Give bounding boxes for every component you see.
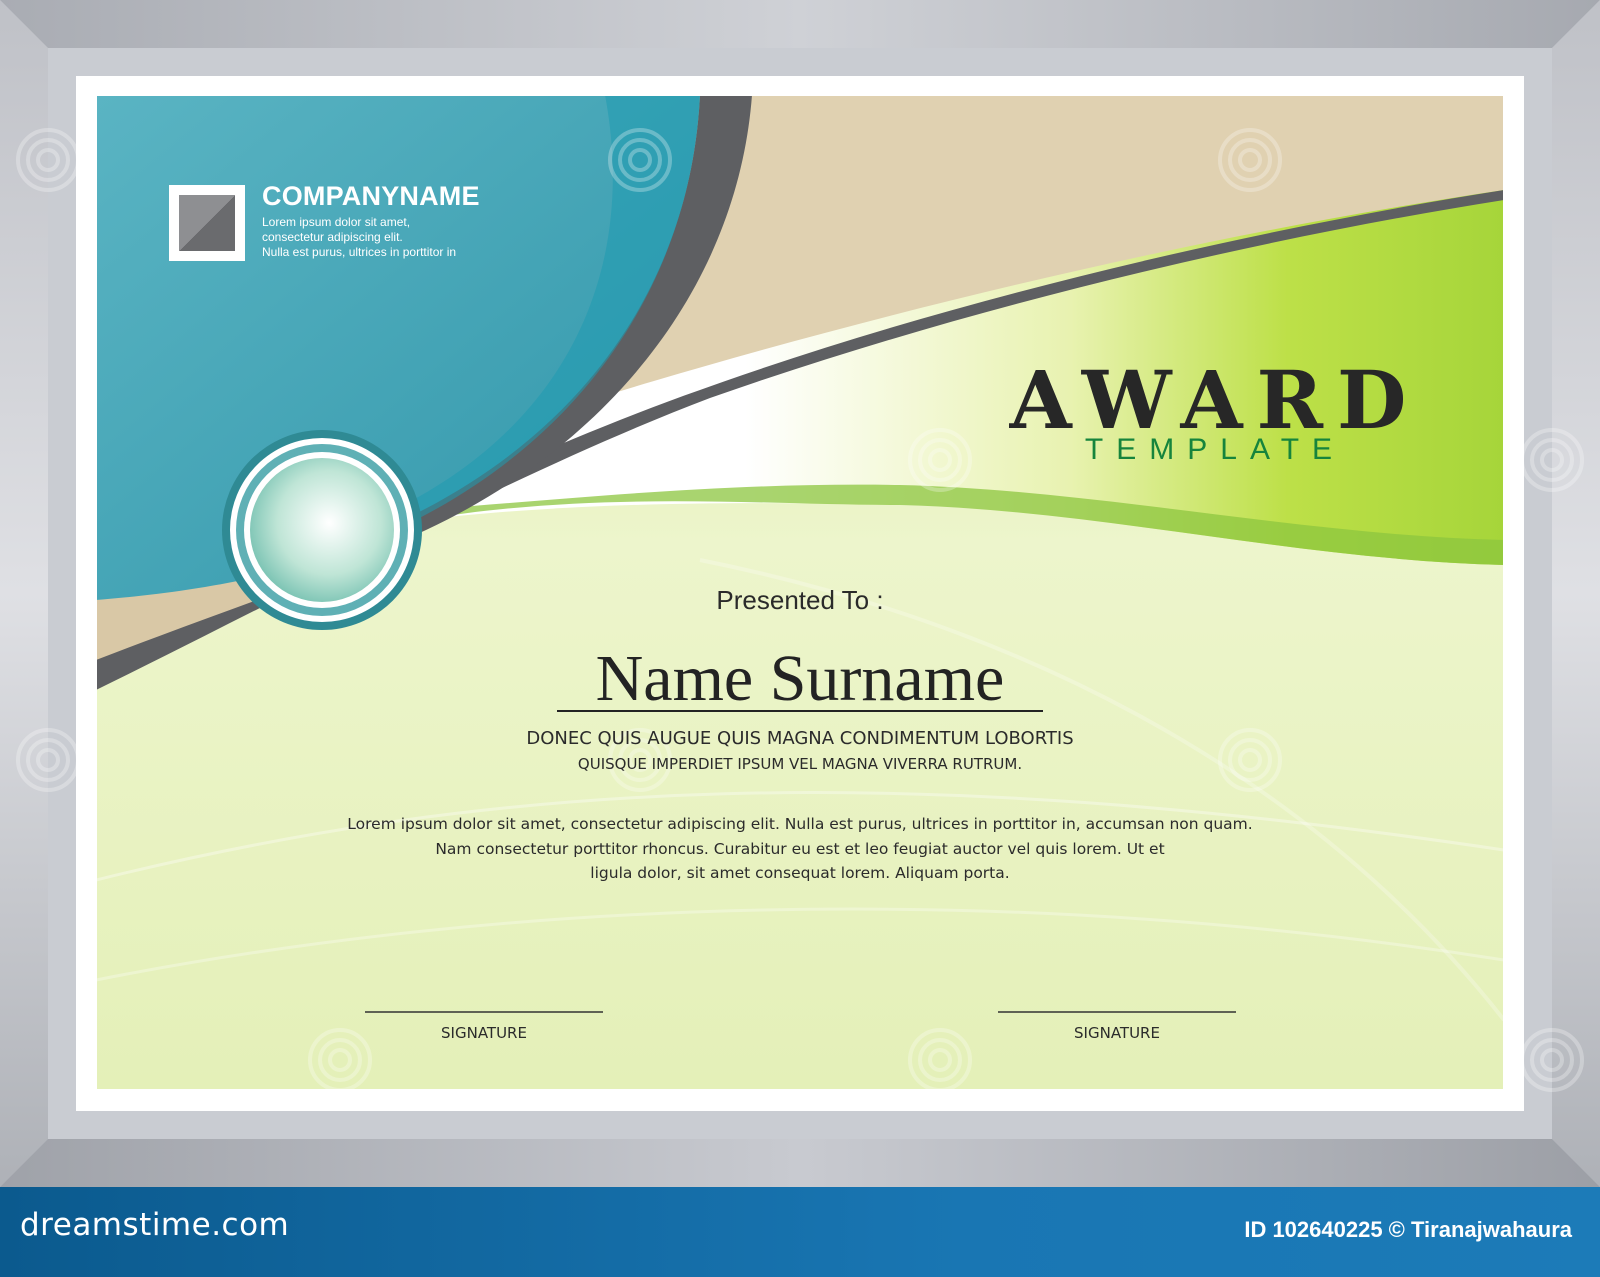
seal-star bbox=[261, 585, 267, 591]
seal-star bbox=[246, 490, 252, 496]
seal-star bbox=[253, 575, 259, 581]
seal-star bbox=[385, 575, 391, 581]
seal-star bbox=[319, 609, 325, 615]
seal-star bbox=[401, 527, 407, 533]
seal-star bbox=[367, 461, 373, 467]
seal-star bbox=[282, 600, 288, 606]
seal-star bbox=[271, 461, 277, 467]
seal-star bbox=[238, 540, 244, 546]
seal-star bbox=[332, 608, 338, 614]
seal-star bbox=[400, 540, 406, 546]
seal-star bbox=[261, 469, 267, 475]
seal-star bbox=[344, 449, 350, 455]
seal-star bbox=[392, 564, 398, 570]
footer-image-id: ID 102640225 © Tiranajwahaura bbox=[1244, 1217, 1572, 1242]
seal-star bbox=[367, 593, 373, 599]
award-seal-icon bbox=[222, 430, 422, 630]
seal-star bbox=[294, 449, 300, 455]
seal-star bbox=[377, 585, 383, 591]
stock-footer: dreamstime.com ID 102640225 © Tiranajwah… bbox=[0, 1187, 1600, 1277]
seal-star bbox=[332, 446, 338, 452]
seal-star bbox=[385, 479, 391, 485]
seal-star bbox=[356, 600, 362, 606]
seal-star bbox=[238, 514, 244, 520]
seal-star bbox=[306, 446, 312, 452]
seal-star bbox=[306, 608, 312, 614]
seal-star bbox=[237, 527, 243, 533]
seal-star bbox=[397, 552, 403, 558]
seal-star bbox=[253, 479, 259, 485]
seal-star bbox=[377, 469, 383, 475]
seal-star bbox=[241, 502, 247, 508]
seal-star bbox=[294, 605, 300, 611]
seal-star bbox=[356, 454, 362, 460]
certificate-frame bbox=[0, 0, 1600, 1187]
seal-star bbox=[246, 564, 252, 570]
square-logo-icon bbox=[169, 185, 245, 261]
seal-star bbox=[241, 552, 247, 558]
seal-star bbox=[397, 502, 403, 508]
seal-star bbox=[282, 454, 288, 460]
seal-star bbox=[392, 490, 398, 496]
footer-brand: dreamstime.com bbox=[20, 1207, 290, 1243]
seal-star bbox=[400, 514, 406, 520]
seal-star bbox=[271, 593, 277, 599]
seal-star bbox=[319, 445, 325, 451]
seal-star bbox=[344, 605, 350, 611]
